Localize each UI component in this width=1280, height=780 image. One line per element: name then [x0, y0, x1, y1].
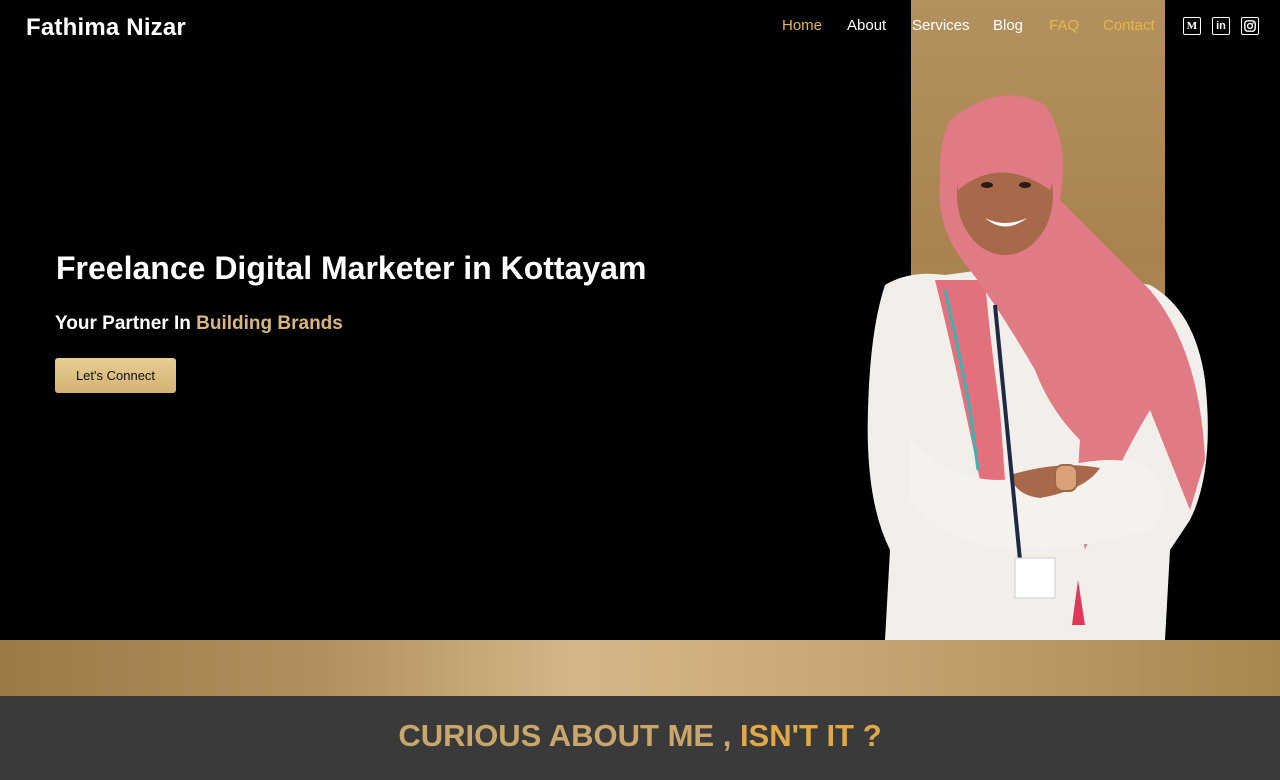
hero-section: Fathima Nizar Home About Services Blog F…	[0, 0, 1280, 640]
medium-icon[interactable]: M	[1183, 17, 1201, 35]
about-teaser-title-part2: ISN'T IT ?	[731, 718, 882, 753]
hero-subtitle-accent: Building Brands	[196, 313, 343, 334]
about-teaser-section: CURIOUS ABOUT ME , ISN'T IT ?	[0, 696, 1280, 780]
linkedin-icon[interactable]: in	[1212, 17, 1230, 35]
instagram-glyph	[1244, 20, 1256, 32]
hero-title: Freelance Digital Marketer in Kottayam	[56, 250, 647, 286]
hero-subtitle: Your Partner In Building Brands	[55, 313, 343, 335]
about-teaser-title: CURIOUS ABOUT ME , ISN'T IT ?	[0, 718, 1280, 754]
nav-home[interactable]: Home	[782, 17, 822, 34]
nav-contact[interactable]: Contact	[1103, 17, 1155, 34]
about-teaser-title-part1: CURIOUS ABOUT ME ,	[398, 718, 732, 753]
hero-subtitle-prefix: Your Partner In	[55, 313, 197, 334]
medium-glyph: M	[1186, 20, 1198, 32]
instagram-icon[interactable]	[1241, 17, 1259, 35]
nav-blog[interactable]: Blog	[993, 17, 1023, 34]
page: Fathima Nizar Home About Services Blog F…	[0, 0, 1280, 780]
nav-services[interactable]: Services	[912, 17, 970, 34]
linkedin-glyph: in	[1216, 20, 1226, 32]
site-logo[interactable]: Fathima Nizar	[26, 14, 186, 42]
nav-about[interactable]: About	[847, 17, 886, 34]
gold-divider-band	[0, 640, 1280, 696]
lets-connect-button[interactable]: Let's Connect	[55, 358, 176, 393]
nav-faq[interactable]: FAQ	[1049, 17, 1079, 34]
portrait-image	[867, 95, 1208, 640]
